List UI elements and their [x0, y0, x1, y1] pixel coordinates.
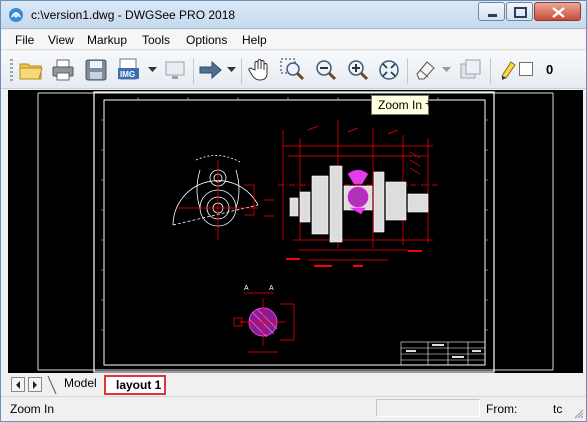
title-bar: c:\version1.dwg - DWGSee PRO 2018 [1, 1, 586, 29]
print-icon [52, 59, 74, 81]
chevron-down-icon[interactable] [148, 67, 157, 73]
open-button[interactable] [17, 56, 45, 84]
save-button[interactable] [82, 56, 110, 84]
toolbar-separator [193, 58, 194, 84]
tab-prev-button[interactable] [11, 377, 25, 392]
section-view: A A [233, 285, 295, 353]
eraser-icon [416, 61, 435, 80]
chevron-right-icon [33, 381, 37, 389]
menu-markup[interactable]: Markup [87, 33, 127, 47]
status-panel [376, 399, 480, 417]
menu-tools[interactable]: Tools [142, 33, 170, 47]
status-bar: Zoom In From: tc [1, 396, 586, 421]
export-image-button[interactable]: IMG [115, 56, 143, 84]
minimize-button[interactable] [478, 2, 505, 21]
chevron-left-icon [16, 381, 20, 389]
menu-view[interactable]: View [48, 33, 74, 47]
menu-options[interactable]: Options [186, 33, 227, 47]
tab-layout-1[interactable]: layout 1 [104, 375, 166, 395]
zoom-extents-button[interactable] [375, 56, 403, 84]
cam-part [172, 155, 259, 227]
maximize-icon [514, 7, 527, 18]
title-block-text [406, 344, 481, 358]
app-window: c:\version1.dwg - DWGSee PRO 2018 File V… [0, 0, 587, 422]
window-title: c:\version1.dwg - DWGSee PRO 2018 [31, 8, 236, 22]
drawing-canvas[interactable]: A A [8, 90, 583, 373]
display-icon [165, 61, 185, 79]
crosshair-cursor: + [425, 98, 432, 110]
eraser-button[interactable] [411, 56, 439, 84]
highlight-button[interactable] [493, 56, 521, 84]
zoom-extents-icon [379, 60, 399, 80]
zoom-in-icon [348, 60, 369, 81]
close-button[interactable] [534, 2, 581, 21]
toolbar-separator [407, 58, 408, 84]
toolbar-separator [490, 58, 491, 84]
resize-grip-icon[interactable] [574, 409, 584, 419]
toolbar-separator [241, 58, 242, 84]
svg-text:A: A [244, 285, 249, 292]
svg-text:A: A [269, 285, 274, 292]
layers-icon [460, 59, 481, 79]
tab-next-button[interactable] [28, 377, 42, 392]
minimize-icon [488, 14, 497, 17]
app-icon [9, 8, 23, 22]
menu-help[interactable]: Help [242, 33, 267, 47]
tab-model[interactable]: Model [58, 376, 97, 394]
zoom-window-icon [280, 58, 305, 81]
export-image-icon: IMG [118, 58, 139, 80]
chevron-down-icon[interactable] [442, 67, 451, 73]
pan-button[interactable] [246, 56, 274, 84]
save-icon [85, 59, 107, 81]
status-from-label: From: [486, 402, 518, 416]
menu-file[interactable]: File [15, 33, 34, 47]
zoom-in-tooltip: Zoom In [371, 95, 430, 115]
toggle-checkbox[interactable] [519, 62, 533, 76]
maximize-button[interactable] [506, 2, 533, 21]
cad-drawing: A A [37, 91, 554, 373]
print-button[interactable] [49, 56, 77, 84]
markup-count: 0 [546, 62, 554, 77]
toolbar-grip[interactable] [10, 59, 13, 83]
svg-text:IMG: IMG [120, 70, 135, 79]
status-message: Zoom In [10, 402, 55, 416]
zoom-in-button[interactable] [343, 56, 371, 84]
layout-tab-bar: Model layout 1 [8, 374, 583, 395]
menu-bar: File View Markup Tools Options Help [1, 30, 586, 50]
highlighter-icon [501, 61, 516, 80]
open-folder-icon [19, 63, 43, 80]
next-button[interactable] [196, 56, 224, 84]
chevron-down-icon[interactable] [227, 67, 236, 73]
pan-hand-icon [248, 59, 268, 81]
status-to-label: tc [553, 402, 563, 416]
zoom-out-button[interactable] [311, 56, 339, 84]
crankshaft-main-view [278, 120, 438, 267]
zoom-window-button[interactable] [278, 56, 306, 84]
toolbar: IMG [1, 51, 586, 89]
close-icon [552, 7, 565, 18]
arrow-right-icon [199, 60, 222, 80]
layers-button[interactable] [457, 56, 485, 84]
display-button[interactable] [161, 56, 189, 84]
zoom-out-icon [316, 60, 337, 81]
